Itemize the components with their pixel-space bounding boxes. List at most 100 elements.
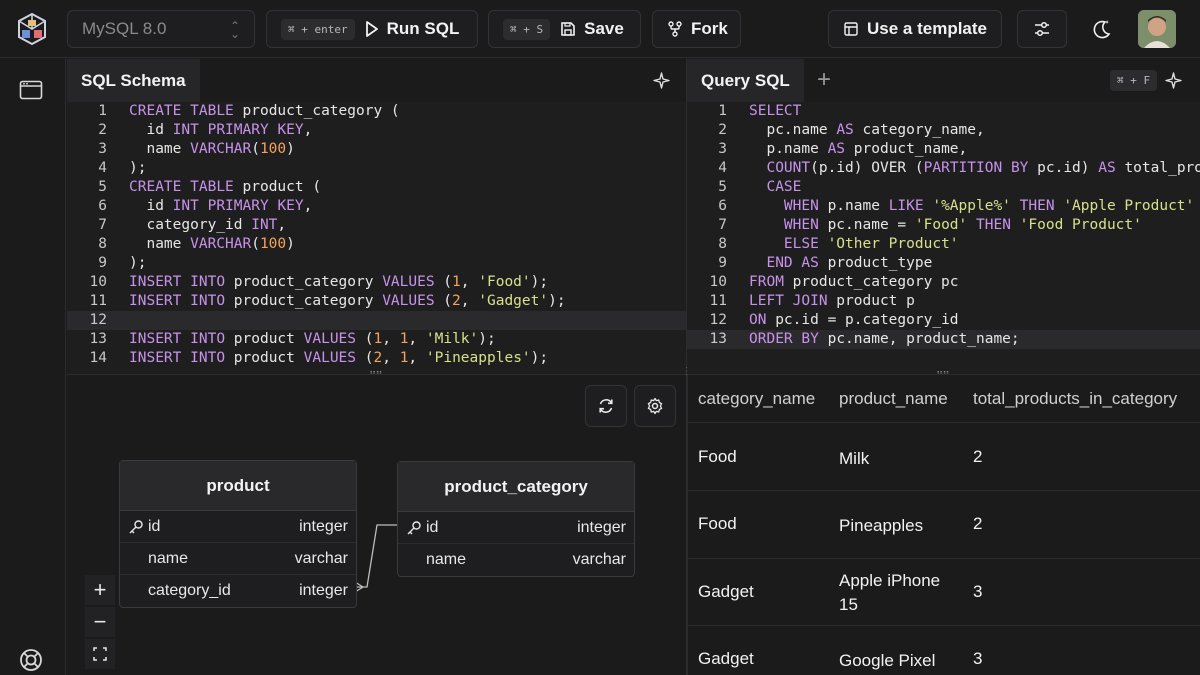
er-table-title: product_category [398,462,634,512]
tab-query-sql[interactable]: Query SQL [687,59,804,102]
code-line[interactable]: 12 [67,311,686,330]
results-cell: 3 [973,649,983,668]
fork-button[interactable]: Fork [652,10,741,48]
line-number: 12 [89,312,107,328]
er-column-name: name [148,549,189,567]
fit-view-button[interactable] [85,639,115,669]
line-number: 6 [718,198,727,214]
line-number: 13 [709,331,727,347]
er-column-name: category_id [148,582,231,599]
results-header-row: category_name product_name total_products_… [688,375,1200,423]
results-column-header[interactable]: product_name [839,389,948,409]
code-text: INSERT INTO product VALUES (1, 1, 'Milk'… [129,331,496,347]
er-column-type: integer [577,518,626,536]
code-line[interactable]: 4); [67,159,686,178]
code-line[interactable]: 6 id INT PRIMARY KEY, [67,197,686,216]
code-line[interactable]: 12 ON pc.id = p.category_id [687,311,1200,330]
primary-key-icon [129,520,143,534]
results-row[interactable]: Gadget Apple iPhone 15 3 [688,559,1200,626]
code-line[interactable]: 14 INSERT INTO product VALUES (2, 1, 'Pin… [67,349,686,368]
results-cell: Apple iPhone 15 [839,571,941,614]
code-line[interactable]: 13 ORDER BY pc.name, product_name; [687,330,1200,349]
zoom-in-button[interactable]: + [85,575,115,605]
code-line[interactable]: 1 CREATE TABLE product_category ( [67,102,686,121]
code-text: COUNT(p.id) OVER (PARTITION BY pc.id) AS… [766,160,1200,176]
line-number: 5 [98,179,107,195]
code-line[interactable]: 8 ELSE 'Other Product' [687,235,1200,254]
results-cell: Milk [839,449,870,468]
sparkle-ai-icon[interactable] [653,72,670,89]
code-line[interactable]: 9 END AS product_type [687,254,1200,273]
line-number: 1 [98,103,107,119]
results-cell: 2 [973,514,983,533]
results-column-header[interactable]: category_name [698,389,815,409]
line-number: 10 [89,274,107,290]
results-cell: 3 [973,582,983,601]
results-cell: Google Pixel [839,651,936,670]
results-cell: Pineapples [839,516,924,535]
primary-key-icon [407,521,421,535]
results-column-header[interactable]: total_products_in_category [973,389,1177,409]
add-tab-plus-icon[interactable]: + [817,66,831,94]
code-line[interactable]: 8 name VARCHAR(100) [67,235,686,254]
use-template-button[interactable]: Use a template [828,10,1002,48]
code-line[interactable]: 13 INSERT INTO product VALUES (1, 1, 'Mil… [67,330,686,349]
preferences-button[interactable] [1017,10,1067,48]
code-line[interactable]: 1 SELECT [687,102,1200,121]
code-text: ORDER BY pc.name, product_name; [749,331,1020,347]
schema-code-editor[interactable]: 1 CREATE TABLE product_category (2 id INT… [67,102,686,374]
code-text: LEFT JOIN product p [749,293,915,309]
fullscreen-icon [93,647,107,661]
er-column-row: name varchar [398,544,634,576]
code-line[interactable]: 5 CASE [687,178,1200,197]
database-select[interactable]: MySQL 8.0 ⌃ ⌄ [67,10,255,48]
results-cell: Food [698,447,737,466]
code-line[interactable]: 10 FROM product_category pc [687,273,1200,292]
query-code-editor[interactable]: 1 SELECT 2 pc.name AS category_name, 3 p.na… [687,102,1200,374]
user-avatar[interactable] [1138,10,1176,48]
code-line[interactable]: 7 category_id INT, [67,216,686,235]
code-line[interactable]: 6 WHEN p.name LIKE '%Apple%' THEN 'Apple… [687,197,1200,216]
code-text: FROM product_category pc [749,274,959,290]
results-row[interactable]: Food Milk 2 [688,424,1200,491]
code-line[interactable]: 11 INSERT INTO product_category VALUES (2… [67,292,686,311]
code-line[interactable]: 2 id INT PRIMARY KEY, [67,121,686,140]
er-table-product[interactable]: product id integer name varchar category_id in… [119,460,357,608]
top-bar: MySQL 8.0 ⌃ ⌄ ⌘ + enter Run SQL ⌘ + S Sav… [0,0,1200,58]
code-line[interactable]: 11 LEFT JOIN product p [687,292,1200,311]
help-lifebuoy-icon[interactable] [19,648,43,672]
save-shortcut-badge: ⌘ + S [503,18,551,40]
sparkle-ai-icon[interactable] [1165,72,1182,89]
avatar-photo [1138,10,1176,48]
app-logo-icon[interactable] [16,12,48,46]
run-sql-button[interactable]: ⌘ + enter Run SQL [266,10,478,48]
sql-playground-app: MySQL 8.0 ⌃ ⌄ ⌘ + enter Run SQL ⌘ + S Sav… [0,0,1200,675]
er-diagram-canvas[interactable]: product id integer name varchar category_id in… [67,374,686,675]
line-number: 7 [98,217,107,233]
code-line[interactable]: 7 WHEN pc.name = 'Food' THEN 'Food Produ… [687,216,1200,235]
save-button[interactable]: ⌘ + S Save [488,10,641,48]
code-line[interactable]: 4 COUNT(p.id) OVER (PARTITION BY pc.id) … [687,159,1200,178]
fork-label: Fork [691,19,728,38]
zoom-out-button[interactable]: − [85,607,115,637]
code-line[interactable]: 5 CREATE TABLE product ( [67,178,686,197]
use-template-label: Use a template [867,19,987,38]
code-line[interactable]: 2 pc.name AS category_name, [687,121,1200,140]
line-number: 10 [709,274,727,290]
line-number: 5 [718,179,727,195]
browser-window-icon[interactable] [19,80,43,100]
er-column-type: varchar [572,551,626,568]
er-table-product-category[interactable]: product_category id integer name varchar [397,461,635,577]
results-row[interactable]: Gadget Google Pixel 3 [688,626,1200,675]
code-line[interactable]: 10 INSERT INTO product_category VALUES (1… [67,273,686,292]
code-line[interactable]: 9); [67,254,686,273]
results-cell: Food [698,514,737,533]
er-column-name: name [426,551,467,568]
code-line[interactable]: 3 p.name AS product_name, [687,140,1200,159]
results-row[interactable]: Food Pineapples 2 [688,491,1200,559]
code-line[interactable]: 3 name VARCHAR(100) [67,140,686,159]
theme-toggle-button[interactable] [1081,10,1123,48]
query-results-table[interactable]: category_name product_name total_products_… [687,374,1200,675]
tab-sql-schema[interactable]: SQL Schema [67,59,200,102]
line-number: 7 [718,217,727,233]
